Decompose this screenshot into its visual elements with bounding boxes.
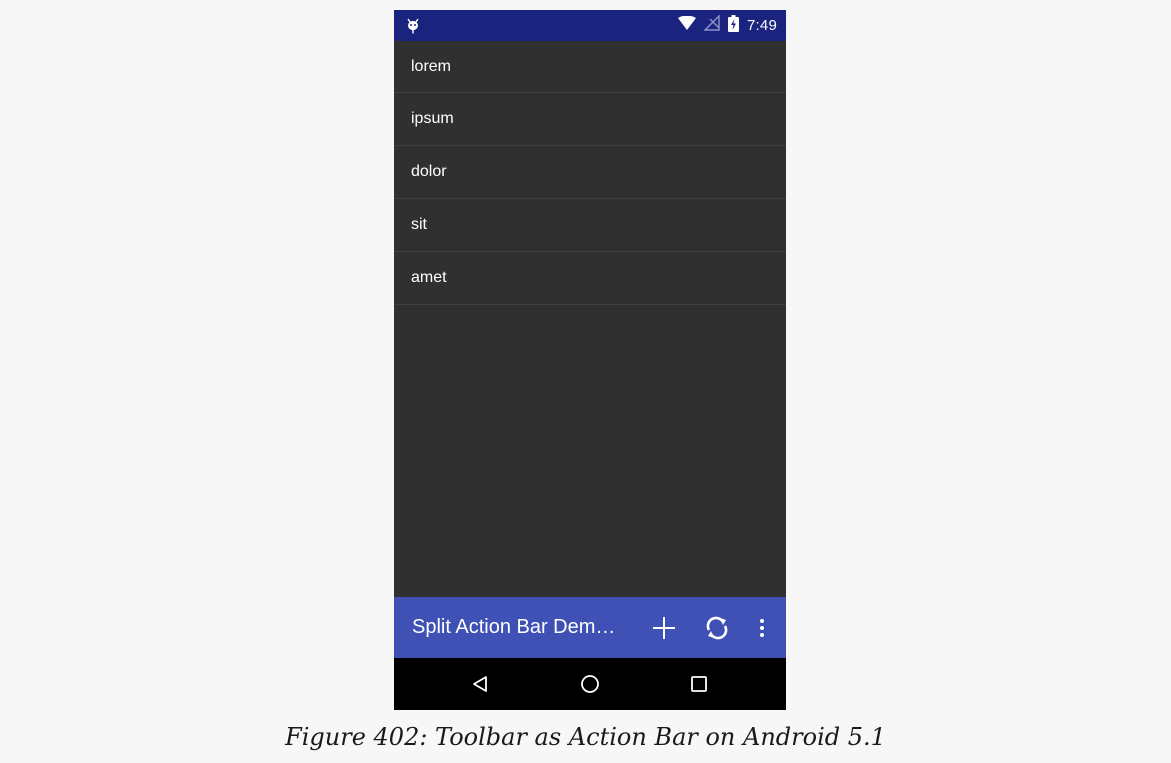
home-icon[interactable]: [560, 658, 620, 710]
toolbar: Split Action Bar Dem…: [394, 597, 786, 658]
no-signal-icon: [703, 14, 720, 36]
status-time: 7:49: [747, 17, 777, 34]
refresh-icon[interactable]: [699, 597, 735, 658]
back-icon[interactable]: [450, 658, 510, 710]
list-item[interactable]: dolor: [394, 146, 786, 199]
battery-charging-icon: [728, 14, 739, 37]
wifi-icon: [678, 15, 696, 35]
item-list[interactable]: lorem ipsum dolor sit amet: [394, 41, 786, 305]
list-item[interactable]: amet: [394, 252, 786, 305]
overflow-menu-icon[interactable]: [750, 597, 774, 658]
recents-icon[interactable]: [669, 658, 729, 710]
phone-screen: 7:49 lorem ipsum dolor sit amet Split Ac…: [394, 10, 786, 710]
figure-caption: Figure 402: Toolbar as Action Bar on And…: [285, 723, 886, 751]
android-debug-icon: [404, 15, 422, 35]
list-item[interactable]: lorem: [394, 41, 786, 93]
add-icon[interactable]: [646, 597, 682, 658]
list-item[interactable]: sit: [394, 199, 786, 252]
toolbar-title: Split Action Bar Dem…: [412, 616, 616, 638]
list-item[interactable]: ipsum: [394, 93, 786, 146]
navigation-bar: [394, 658, 786, 710]
status-bar: 7:49: [394, 10, 786, 41]
